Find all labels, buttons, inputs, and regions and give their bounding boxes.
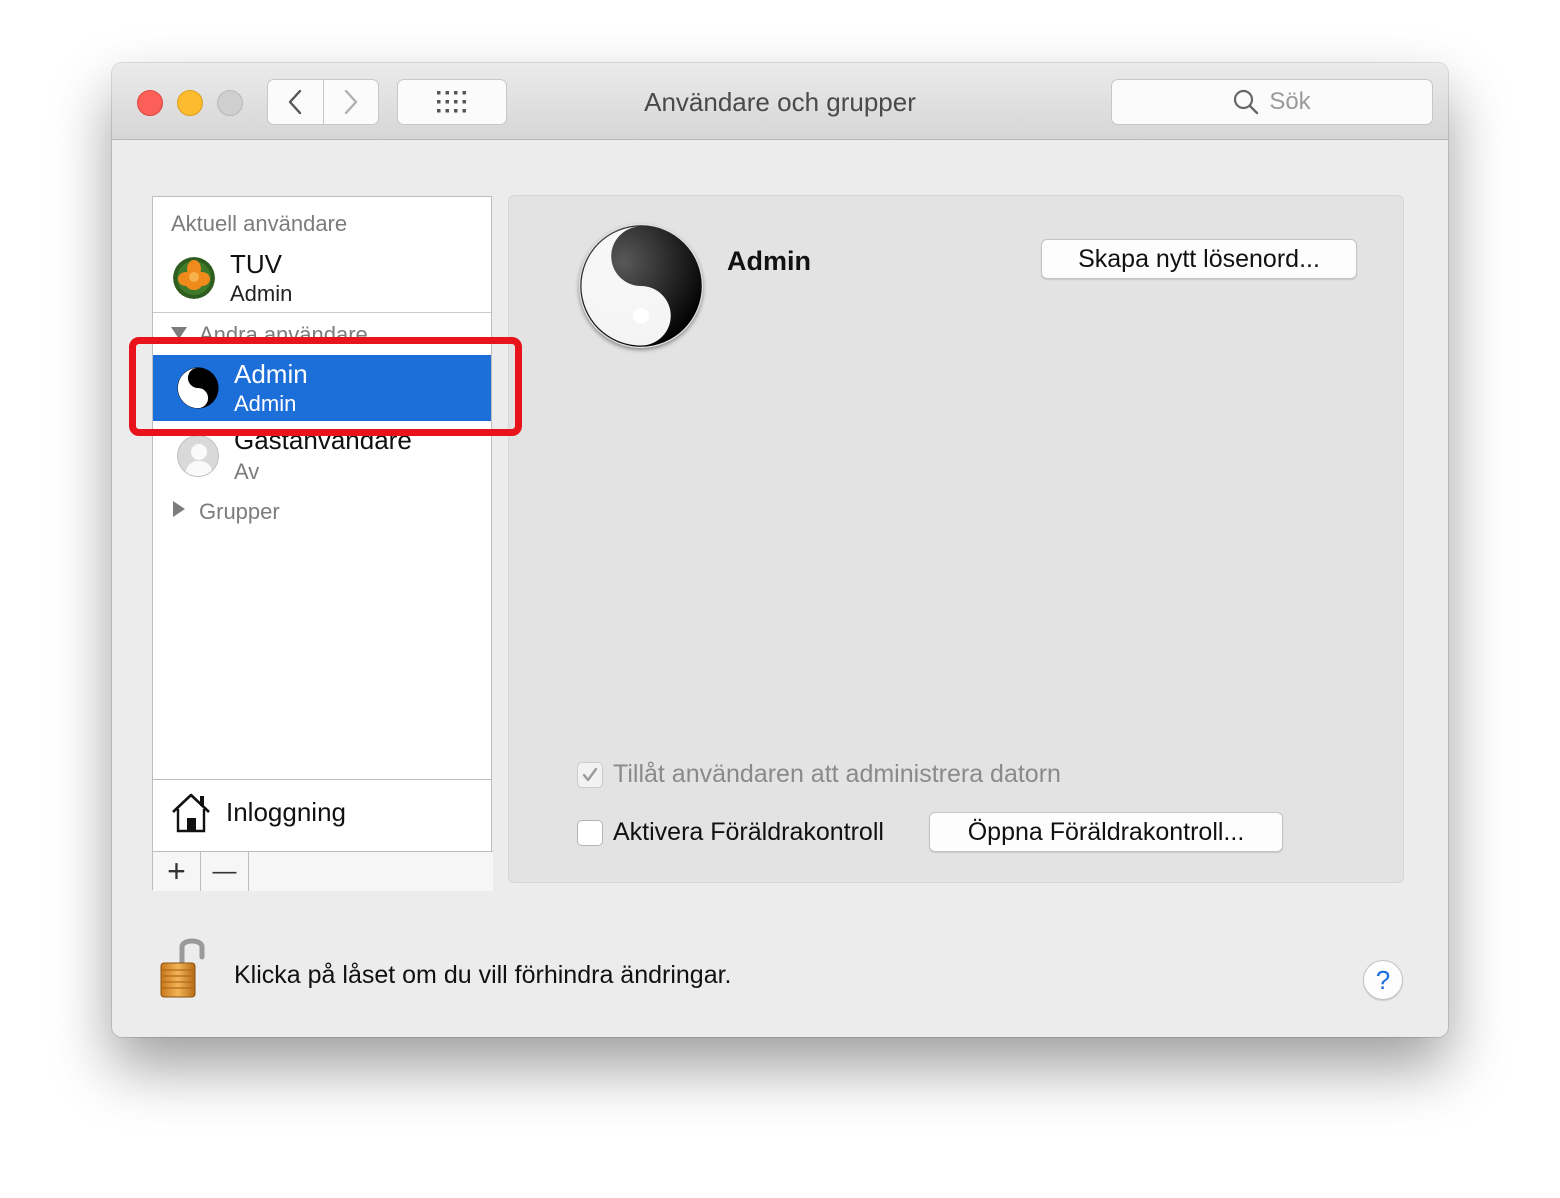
parental-control-checkbox[interactable] [577,819,603,846]
search-placeholder: Sök [1269,88,1311,115]
title-bar: Användare och grupper Sök [112,63,1448,140]
highlight-annotation [129,337,522,436]
preferences-window: Användare och grupper Sök Aktuell använd… [112,63,1448,1037]
allow-admin-checkbox[interactable] [577,761,603,788]
generic-user-avatar-icon [177,435,219,477]
parental-control-option[interactable]: Aktivera Föräldrakontroll [577,818,884,847]
unlocked-padlock-icon [160,938,205,998]
help-button[interactable]: ? [1363,960,1403,1000]
lock-button[interactable] [158,935,208,999]
sidebar-item-current-user[interactable]: TUV Admin [153,247,491,313]
reset-password-button[interactable]: Skapa nytt lösenord... [1041,239,1357,279]
guest-user-status: Av [234,459,260,484]
flower-avatar-icon [173,257,215,299]
selected-user-name: Admin [727,246,811,276]
open-parental-controls-button[interactable]: Öppna Föräldrakontroll... [929,812,1283,852]
groups-label: Grupper [199,499,280,524]
current-user-header: Aktuell användare [171,211,348,236]
search-field[interactable]: Sök [1111,79,1433,125]
login-options-item[interactable]: Inloggning [153,779,491,851]
user-detail-panel: Admin Skapa nytt lösenord... Tillåt anvä… [508,195,1404,883]
add-user-button[interactable]: + [153,852,201,891]
checkmark-icon [582,767,598,781]
house-icon [172,793,210,833]
parental-control-label: Aktivera Föräldrakontroll [613,818,884,846]
allow-admin-label: Tillåt användaren att administrera dator… [613,760,1061,788]
search-icon [1234,89,1259,115]
current-user-name: TUV [230,249,282,279]
disclosure-closed-icon [173,501,185,517]
user-list-sidebar: Aktuell användare TUV Admin Andra använd… [152,196,493,891]
allow-admin-option[interactable]: Tillåt användaren att administrera dator… [577,760,1061,789]
user-picture[interactable] [579,224,703,348]
current-user-role: Admin [230,281,293,306]
list-toolbar: + — [153,851,493,891]
yin-yang-icon [580,225,702,347]
login-options-label: Inloggning [226,797,346,827]
sidebar-divider [153,312,491,313]
remove-user-button[interactable]: — [201,852,249,891]
lock-status-text: Klicka på låset om du vill förhindra änd… [234,961,732,989]
